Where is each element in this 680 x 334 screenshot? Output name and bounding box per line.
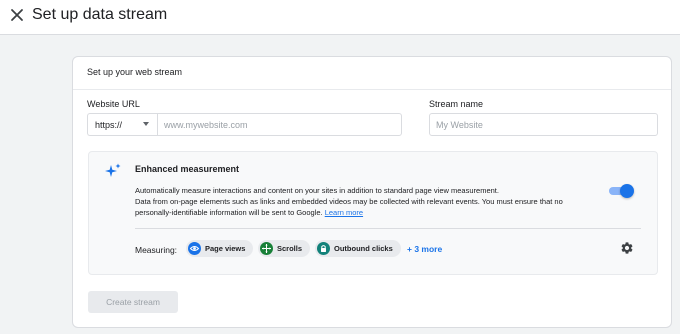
create-stream-button[interactable]: Create stream bbox=[88, 291, 178, 313]
card-header: Set up your web stream bbox=[73, 57, 671, 90]
website-url-input[interactable] bbox=[157, 113, 402, 136]
gear-icon[interactable] bbox=[620, 241, 634, 255]
chip-outbound-clicks[interactable]: Outbound clicks bbox=[315, 240, 401, 257]
chip-label: Outbound clicks bbox=[334, 244, 393, 253]
crosshair-icon bbox=[260, 242, 273, 255]
chip-label: Page views bbox=[205, 244, 246, 253]
stream-name-label: Stream name bbox=[429, 99, 484, 109]
toggle-thumb bbox=[620, 184, 634, 198]
more-events-link[interactable]: + 3 more bbox=[407, 244, 442, 254]
enhanced-measurement-title: Enhanced measurement bbox=[135, 164, 240, 174]
enhanced-measurement-description: Automatically measure interactions and c… bbox=[135, 185, 595, 218]
eye-icon bbox=[188, 242, 201, 255]
description-line-1: Automatically measure interactions and c… bbox=[135, 186, 499, 195]
card-title: Set up your web stream bbox=[87, 67, 183, 77]
top-bar: Set up data stream bbox=[0, 0, 680, 35]
enhanced-measurement-toggle[interactable] bbox=[609, 184, 634, 198]
lock-icon bbox=[317, 242, 330, 255]
learn-more-link[interactable]: Learn more bbox=[325, 208, 363, 217]
sparkle-icon bbox=[105, 163, 121, 179]
chevron-down-icon bbox=[143, 122, 149, 126]
website-url-label: Website URL bbox=[87, 99, 140, 109]
close-icon[interactable] bbox=[6, 4, 28, 26]
page-title: Set up data stream bbox=[32, 6, 168, 23]
chip-scrolls[interactable]: Scrolls bbox=[258, 240, 310, 257]
divider bbox=[135, 228, 641, 229]
chip-page-views[interactable]: Page views bbox=[186, 240, 253, 257]
web-stream-card: Set up your web stream Website URL https… bbox=[72, 56, 672, 328]
measuring-label: Measuring: bbox=[135, 245, 178, 255]
chip-label: Scrolls bbox=[277, 244, 303, 253]
protocol-value: https:// bbox=[95, 120, 123, 130]
protocol-select[interactable]: https:// bbox=[87, 113, 157, 136]
stream-name-input[interactable] bbox=[429, 113, 658, 136]
enhanced-measurement-panel: Enhanced measurement Automatically measu… bbox=[88, 151, 658, 275]
